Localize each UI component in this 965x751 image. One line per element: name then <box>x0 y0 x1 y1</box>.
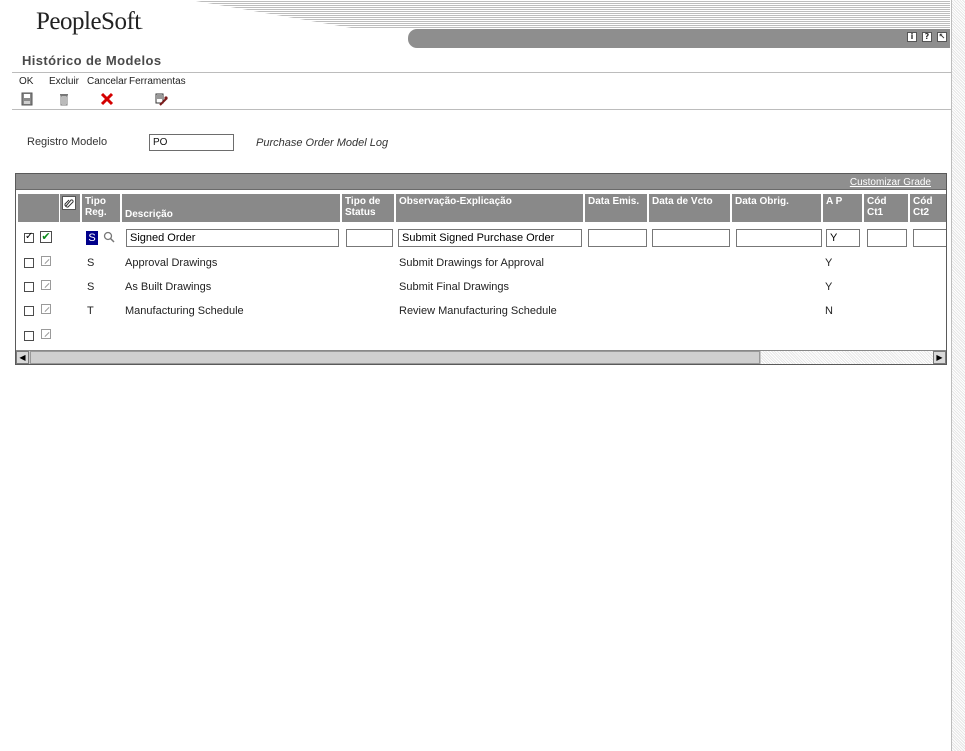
help-icon[interactable]: ? <box>922 32 932 42</box>
paperclip-icon <box>62 196 76 210</box>
row-select-checkbox[interactable] <box>24 258 34 268</box>
header-ap[interactable]: A P <box>823 194 863 222</box>
toolbar: OK Excluir Cancelar Ferramentas <box>12 72 952 110</box>
header-data-obrig[interactable]: Data Obrig. <box>732 194 822 222</box>
vertical-scrollbar[interactable] <box>951 0 965 751</box>
cod-ct1-input[interactable] <box>867 229 907 247</box>
logo-text: PeopleSoft <box>36 8 141 35</box>
logo-mark: . <box>140 21 143 31</box>
row-check-icon[interactable]: ✔ <box>40 231 52 243</box>
page-title: Histórico de Modelos <box>22 53 162 68</box>
cancel-icon[interactable] <box>100 92 114 106</box>
header-data-emis[interactable]: Data Emis. <box>585 194 648 222</box>
grid-topbar: Customizar Grade <box>16 174 946 190</box>
tipo-status-input[interactable] <box>346 229 393 247</box>
row-select-checkbox[interactable] <box>24 306 34 316</box>
header-tipo-reg[interactable]: Tipo Reg. <box>82 194 121 222</box>
record-model-input[interactable]: PO <box>149 134 234 151</box>
header-observacao[interactable]: Observação-Explicação <box>396 194 584 222</box>
history-grid: Customizar Grade Tipo Reg. Descrição Tip… <box>15 173 947 365</box>
observacao-cell: Review Manufacturing Schedule <box>399 305 557 317</box>
search-icon[interactable] <box>103 231 115 244</box>
header-band <box>190 0 950 48</box>
tools-icon[interactable] <box>154 92 168 106</box>
ap-cell: Y <box>825 257 833 269</box>
data-emis-input[interactable] <box>588 229 647 247</box>
edit-icon[interactable] <box>41 329 51 339</box>
cancel-label[interactable]: Cancelar <box>87 76 127 87</box>
header-dark-bar <box>408 29 950 48</box>
header-cod-ct2[interactable]: Cód Ct2 <box>910 194 946 222</box>
descricao-cell: As Built Drawings <box>125 281 212 293</box>
scroll-left-icon[interactable]: ◀ <box>16 351 29 364</box>
header-descricao[interactable]: Descrição <box>122 194 341 222</box>
peoplesoft-logo: PeopleSoft. <box>36 8 143 36</box>
edit-icon[interactable] <box>41 256 51 266</box>
tipo-reg-cell: S <box>87 281 95 293</box>
horizontal-scrollbar[interactable]: ◀ ▶ <box>16 350 946 364</box>
row-select-checkbox[interactable] <box>24 331 34 341</box>
scroll-track[interactable] <box>761 351 933 364</box>
tools-label[interactable]: Ferramentas <box>129 76 186 87</box>
header-icons: i ? ↖ <box>907 32 947 42</box>
tipo-reg-cell: T <box>87 305 94 317</box>
select-column-header <box>18 194 59 222</box>
customize-grid-link[interactable]: Customizar Grade <box>850 177 931 188</box>
delete-label[interactable]: Excluir <box>49 76 79 87</box>
ok-label[interactable]: OK <box>19 76 33 87</box>
ap-cell: N <box>825 305 833 317</box>
ap-cell: Y <box>825 281 833 293</box>
observacao-cell: Submit Drawings for Approval <box>399 257 544 269</box>
descricao-cell: Approval Drawings <box>125 257 218 269</box>
attachment-column-header[interactable] <box>60 194 81 222</box>
scroll-right-icon[interactable]: ▶ <box>933 351 946 364</box>
header-data-vcto[interactable]: Data de Vcto <box>649 194 731 222</box>
row-select-checkbox[interactable] <box>24 231 34 243</box>
descricao-input[interactable]: Signed Order <box>126 229 339 247</box>
exit-icon[interactable]: ↖ <box>937 32 947 42</box>
record-model-description: Purchase Order Model Log <box>256 137 389 149</box>
trash-icon[interactable] <box>57 92 71 106</box>
header-cod-ct1[interactable]: Cód Ct1 <box>864 194 909 222</box>
ap-input[interactable]: Y <box>826 229 860 247</box>
cod-ct2-input[interactable] <box>913 229 946 247</box>
header-tipo-status[interactable]: Tipo de Status <box>342 194 395 222</box>
observacao-cell: Submit Final Drawings <box>399 281 510 293</box>
header-stripes <box>190 0 950 29</box>
tipo-reg-cell: S <box>87 257 95 269</box>
scroll-thumb[interactable] <box>30 351 760 364</box>
data-vcto-input[interactable] <box>652 229 730 247</box>
observacao-input[interactable]: Submit Signed Purchase Order <box>398 229 582 247</box>
info-icon[interactable]: i <box>907 32 917 42</box>
edit-icon[interactable] <box>41 304 51 314</box>
row-select-checkbox[interactable] <box>24 282 34 292</box>
tipo-reg-cell[interactable]: S <box>86 231 98 245</box>
descricao-cell: Manufacturing Schedule <box>125 305 244 317</box>
data-obrig-input[interactable] <box>736 229 822 247</box>
save-icon[interactable] <box>20 92 34 106</box>
record-model-label: Registro Modelo <box>27 136 108 148</box>
edit-icon[interactable] <box>41 280 51 290</box>
